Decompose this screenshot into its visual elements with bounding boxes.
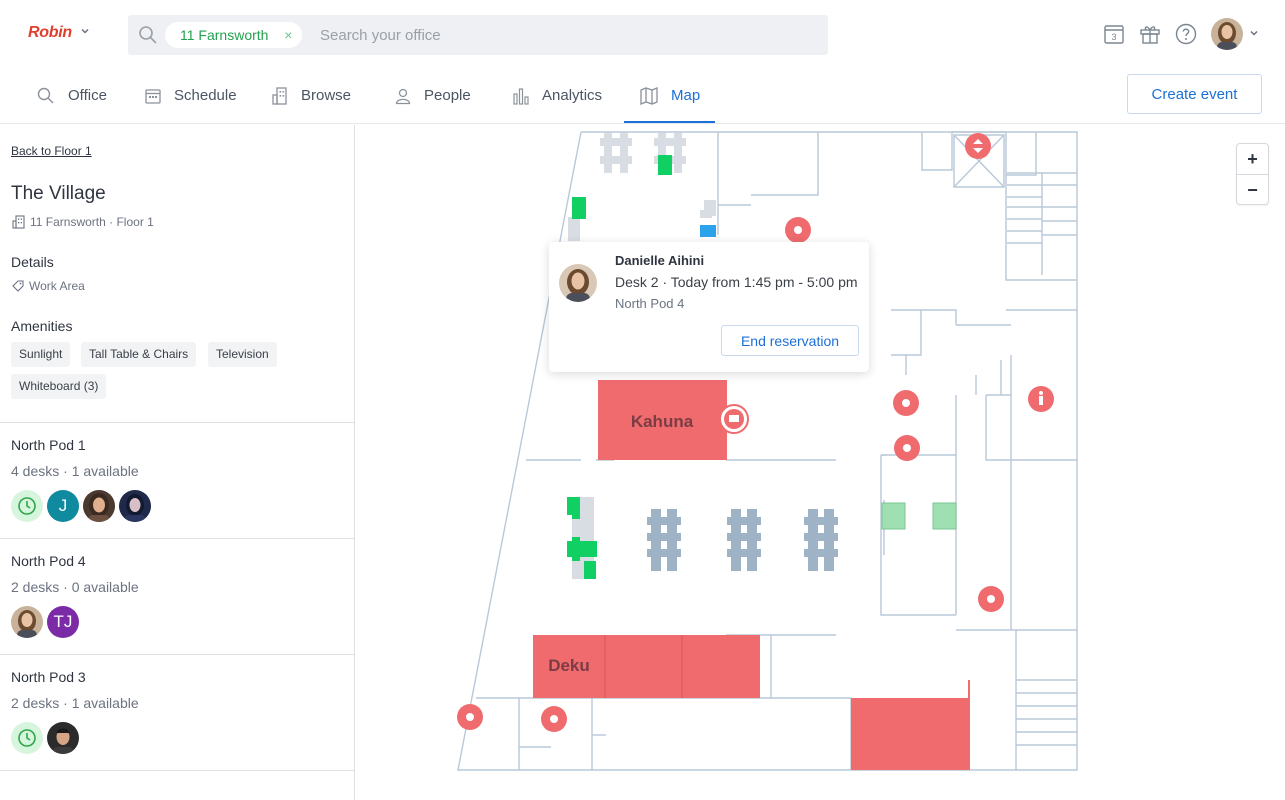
- nav-office-label: Office: [68, 87, 107, 104]
- calendar-day: 3: [1111, 32, 1116, 42]
- pod-title[interactable]: North Pod 3: [11, 669, 86, 685]
- active-tab-indicator: [624, 121, 715, 123]
- floor-map[interactable]: Kahuna Deku: [356, 125, 1285, 800]
- reservation-desk-time: Desk 2 · Today from 1:45 pm - 5:00 pm: [615, 274, 858, 290]
- building-icon: [272, 86, 287, 105]
- desk-cluster-top: [568, 133, 716, 241]
- tag-icon: [12, 280, 24, 292]
- nav-people-label: People: [424, 87, 471, 104]
- pod-title[interactable]: North Pod 4: [11, 553, 86, 569]
- amenity-tag: Television: [208, 342, 277, 367]
- reservation-name: Danielle Aihini: [615, 253, 705, 268]
- location-chip-label: 11 Farnsworth: [180, 27, 269, 43]
- amenity-tag: Sunlight: [11, 342, 71, 367]
- building-icon: [12, 215, 25, 229]
- divider: [0, 422, 354, 423]
- map-icon: [640, 86, 658, 105]
- details-heading: Details: [11, 254, 54, 270]
- search-icon: [37, 87, 54, 103]
- restroom-icon: [1028, 386, 1054, 412]
- space-location-text: 11 Farnsworth · Floor 1: [30, 215, 154, 229]
- pod-title[interactable]: North Pod 1: [11, 437, 86, 453]
- clock-icon[interactable]: [11, 722, 43, 754]
- top-header: Robin 11 Farnsworth × 3: [0, 0, 1285, 68]
- location-pin-icon: [785, 217, 811, 243]
- remove-chip-icon[interactable]: ×: [284, 22, 292, 48]
- amenity-tag: Whiteboard (3): [11, 374, 107, 399]
- location-pin-icon: [541, 706, 567, 732]
- nav-browse[interactable]: Browse: [271, 68, 351, 123]
- desk-selected: [700, 225, 716, 237]
- nav-people[interactable]: People: [394, 68, 471, 123]
- divider: [0, 770, 354, 771]
- chevron-down-icon[interactable]: [1249, 28, 1259, 41]
- pod-summary: 2 desks · 1 available: [11, 695, 139, 711]
- nav-schedule[interactable]: Schedule: [144, 68, 237, 123]
- nav-map[interactable]: Map: [639, 68, 700, 123]
- room-available: [932, 502, 957, 530]
- zoom-control: + −: [1236, 143, 1269, 205]
- nav-office[interactable]: Office: [36, 68, 107, 123]
- location-pin-icon: [457, 704, 483, 730]
- avatar[interactable]: [83, 490, 115, 522]
- amenities-heading: Amenities: [11, 318, 73, 334]
- floor-plan[interactable]: Kahuna Deku: [356, 125, 1285, 800]
- desk-cluster-unavailable: [647, 509, 838, 571]
- bar-chart-icon: [513, 87, 529, 105]
- elevator-icon: [965, 133, 991, 159]
- avatar[interactable]: [11, 606, 43, 638]
- search-icon: [137, 24, 159, 51]
- calendar-icon: [145, 88, 161, 104]
- reservation-pod: North Pod 4: [615, 296, 685, 311]
- space-sidebar: Back to Floor 1 The Village 11 Farnswort…: [0, 125, 355, 800]
- avatar[interactable]: [47, 722, 79, 754]
- divider: [0, 538, 354, 539]
- avatar: [559, 264, 597, 302]
- avatar[interactable]: J: [47, 490, 79, 522]
- divider: [0, 654, 354, 655]
- tv-icon: [719, 404, 749, 434]
- search-input[interactable]: [320, 25, 800, 45]
- app-logo[interactable]: Robin: [28, 24, 72, 42]
- create-event-button[interactable]: Create event: [1127, 74, 1262, 114]
- gift-icon[interactable]: [1138, 22, 1162, 46]
- location-pin-icon: [893, 390, 919, 416]
- zoom-out-button[interactable]: −: [1237, 175, 1268, 205]
- reservation-popup: Danielle Aihini Desk 2 · Today from 1:45…: [549, 242, 869, 372]
- room-available: [881, 502, 906, 530]
- pod-summary: 2 desks · 0 available: [11, 579, 139, 595]
- back-to-floor-link[interactable]: Back to Floor 1: [11, 144, 92, 158]
- room-label-kahuna: Kahuna: [631, 412, 694, 431]
- calendar-icon[interactable]: 3: [1102, 22, 1126, 46]
- room-label-deku: Deku: [548, 656, 590, 675]
- location-pin-icon: [978, 586, 1004, 612]
- pod-summary: 4 desks · 1 available: [11, 463, 139, 479]
- main-nav: Office Schedule Browse People Analytics …: [0, 68, 1285, 124]
- amenity-tag: Tall Table & Chairs: [81, 342, 197, 367]
- nav-map-label: Map: [671, 87, 701, 104]
- nav-browse-label: Browse: [301, 87, 352, 104]
- detail-value: Work Area: [29, 279, 85, 293]
- nav-schedule-label: Schedule: [174, 87, 237, 104]
- end-reservation-button[interactable]: End reservation: [721, 325, 859, 356]
- help-icon[interactable]: [1174, 22, 1198, 46]
- avatar[interactable]: [119, 490, 151, 522]
- zoom-in-button[interactable]: +: [1237, 144, 1268, 174]
- chevron-down-icon[interactable]: [80, 26, 92, 38]
- space-title: The Village: [11, 183, 106, 204]
- person-icon: [395, 88, 411, 104]
- avatar[interactable]: TJ: [47, 606, 79, 638]
- detail-work-area: Work Area: [12, 279, 85, 293]
- user-avatar[interactable]: [1211, 18, 1243, 50]
- location-filter-chip[interactable]: 11 Farnsworth ×: [165, 22, 303, 48]
- nav-analytics[interactable]: Analytics: [512, 68, 602, 123]
- clock-icon[interactable]: [11, 490, 43, 522]
- space-location: 11 Farnsworth · Floor 1: [12, 215, 154, 229]
- nav-analytics-label: Analytics: [542, 87, 603, 104]
- location-pin-icon: [894, 435, 920, 461]
- search-bar[interactable]: 11 Farnsworth ×: [128, 15, 828, 55]
- room-booked: [851, 680, 970, 770]
